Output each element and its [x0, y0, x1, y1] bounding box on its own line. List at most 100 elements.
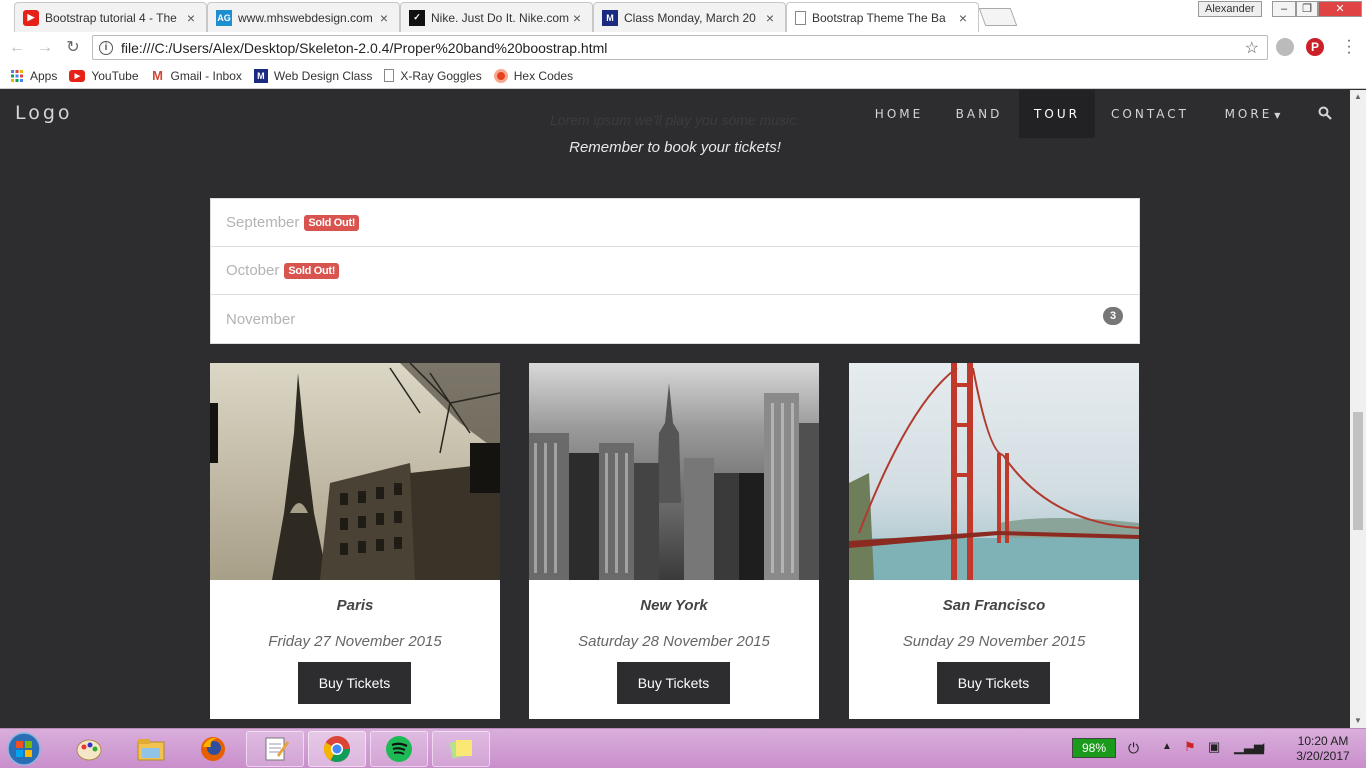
- page-icon: [384, 69, 395, 82]
- clock-time: 10:20 AM: [1297, 734, 1349, 748]
- close-icon[interactable]: ×: [377, 10, 391, 26]
- tab-bootstrap-theme[interactable]: Bootstrap Theme The Ba ×: [786, 2, 979, 32]
- spotify-icon[interactable]: [370, 731, 428, 767]
- m-icon: M: [253, 68, 268, 83]
- scroll-down-arrow-icon[interactable]: ▼: [1350, 714, 1366, 728]
- tour-card-paris: Paris Friday 27 November 2015 Buy Ticket…: [210, 363, 500, 719]
- close-icon[interactable]: ×: [570, 10, 584, 26]
- volume-icon[interactable]: 🔈︎: [1260, 738, 1268, 755]
- url-text: file:///C:/Users/Alex/Desktop/Skeleton-2…: [121, 39, 608, 56]
- nav-more[interactable]: MORE ▼: [1212, 90, 1296, 138]
- nav-band[interactable]: BAND: [942, 90, 1016, 138]
- site-logo[interactable]: Logo: [15, 102, 73, 124]
- card-date: Friday 27 November 2015: [268, 633, 442, 650]
- nav-tour[interactable]: TOUR: [1019, 90, 1095, 138]
- info-icon[interactable]: i: [99, 40, 113, 55]
- restore-button[interactable]: ❐: [1296, 1, 1318, 17]
- tab-strip: ▶ Bootstrap tutorial 4 - The × AG www.mh…: [0, 0, 1366, 33]
- tab-nike[interactable]: ✓ Nike. Just Do It. Nike.com ×: [400, 2, 593, 32]
- paint-icon[interactable]: [60, 731, 118, 767]
- notepad-icon[interactable]: [246, 731, 304, 767]
- usb-device-icon[interactable]: ▣: [1208, 739, 1220, 755]
- reload-icon[interactable]: ↻: [62, 37, 84, 59]
- search-icon[interactable]: [1318, 106, 1332, 120]
- windows-logo-icon: [7, 732, 41, 766]
- back-arrow-icon[interactable]: ←: [6, 37, 28, 59]
- card-date: Saturday 28 November 2015: [578, 633, 770, 650]
- close-window-button[interactable]: ✕: [1318, 1, 1362, 17]
- page-scrollbar[interactable]: ▲ ▼: [1350, 90, 1366, 728]
- pinterest-icon[interactable]: P: [1306, 38, 1324, 56]
- youtube-icon: ▶: [23, 9, 39, 26]
- sticky-notes-icon[interactable]: [432, 731, 490, 767]
- nav-home[interactable]: HOME: [862, 90, 936, 138]
- tab-mhswebdesign[interactable]: AG www.mhswebdesign.com ×: [207, 2, 400, 32]
- ag-icon: AG: [216, 9, 232, 26]
- hex-icon: [493, 68, 508, 83]
- chrome-menu-icon[interactable]: · · ·: [1344, 33, 1354, 61]
- buy-tickets-button[interactable]: Buy Tickets: [937, 662, 1050, 704]
- count-badge: 3: [1103, 307, 1123, 325]
- new-tab-button[interactable]: [978, 8, 1018, 26]
- sold-out-badge: Sold Out!: [304, 214, 360, 231]
- bookmark-apps[interactable]: Apps: [10, 69, 57, 83]
- profile-button[interactable]: Alexander: [1198, 1, 1262, 17]
- nike-icon: ✓: [409, 9, 425, 26]
- m-icon: M: [602, 9, 618, 26]
- gmail-icon: M: [152, 68, 163, 83]
- list-item-october: October Sold Out!: [211, 247, 1139, 295]
- system-tray: 98% ⏻ ▲ ⚑ ▣ ▁▃▅ 🔈︎ 10:20 AM 3/20/2017: [1062, 731, 1366, 767]
- firefox-icon[interactable]: [184, 731, 242, 767]
- tour-month-list: September Sold Out! October Sold Out! No…: [210, 198, 1140, 344]
- scroll-up-arrow-icon[interactable]: ▲: [1350, 90, 1366, 104]
- windows-taskbar: 98% ⏻ ▲ ⚑ ▣ ▁▃▅ 🔈︎ 10:20 AM 3/20/2017: [0, 728, 1366, 768]
- bookmark-hex-codes[interactable]: Hex Codes: [493, 68, 573, 83]
- page-viewport: Lorem ipsum we'll play you some music. R…: [0, 90, 1350, 728]
- bookmark-youtube[interactable]: ▶ YouTube: [69, 69, 139, 83]
- clock-date: 3/20/2017: [1296, 749, 1350, 763]
- card-date: Sunday 29 November 2015: [902, 633, 1086, 650]
- bookmark-gmail[interactable]: M Gmail - Inbox: [151, 68, 242, 83]
- extension-icon[interactable]: [1276, 38, 1294, 56]
- url-field[interactable]: i file:///C:/Users/Alex/Desktop/Skeleton…: [92, 35, 1268, 60]
- tab-bootstrap-tutorial[interactable]: ▶ Bootstrap tutorial 4 - The ×: [14, 2, 207, 32]
- close-icon[interactable]: ×: [184, 10, 198, 26]
- tour-card-new-york: New York Saturday 28 November 2015 Buy T…: [529, 363, 819, 719]
- battery-indicator[interactable]: 98%: [1072, 738, 1116, 758]
- show-hidden-icons-icon[interactable]: ▲: [1162, 741, 1172, 752]
- youtube-icon: ▶: [69, 69, 86, 82]
- tour-card-san-francisco: San Francisco Sunday 29 November 2015 Bu…: [849, 363, 1139, 719]
- new-york-image: [529, 363, 819, 580]
- file-explorer-icon[interactable]: [122, 731, 180, 767]
- sold-out-badge: Sold Out!: [284, 262, 340, 279]
- bookmark-xray-goggles[interactable]: X-Ray Goggles: [384, 69, 482, 83]
- list-item-september: September Sold Out!: [211, 199, 1139, 247]
- page-icon: [795, 10, 806, 25]
- minimize-button[interactable]: –: [1272, 1, 1296, 17]
- bookmark-star-icon[interactable]: ☆: [1245, 38, 1259, 58]
- close-icon[interactable]: ×: [956, 10, 970, 26]
- site-navbar: Logo HOME BAND TOUR CONTACT MORE ▼: [0, 90, 1350, 138]
- buy-tickets-button[interactable]: Buy Tickets: [298, 662, 411, 704]
- intro-reminder: Remember to book your tickets!: [569, 139, 781, 156]
- start-button[interactable]: [4, 731, 44, 767]
- card-city: New York: [640, 597, 708, 614]
- power-plug-icon[interactable]: ⏻: [1128, 740, 1139, 757]
- apps-grid-icon: [10, 69, 24, 83]
- scrollbar-thumb[interactable]: [1353, 412, 1363, 530]
- card-city: Paris: [336, 597, 374, 614]
- system-clock[interactable]: 10:20 AM 3/20/2017: [1284, 734, 1362, 764]
- nav-contact[interactable]: CONTACT: [1100, 90, 1200, 138]
- san-francisco-image: [849, 363, 1139, 580]
- paris-image: [210, 363, 500, 580]
- card-city: San Francisco: [942, 597, 1046, 614]
- list-item-november: November 3: [211, 295, 1139, 343]
- chrome-icon[interactable]: [308, 731, 366, 767]
- close-icon[interactable]: ×: [763, 10, 777, 26]
- caret-down-icon: ▼: [1274, 111, 1284, 120]
- forward-arrow-icon[interactable]: →: [34, 37, 56, 59]
- bookmark-web-design-class[interactable]: M Web Design Class: [253, 68, 372, 83]
- action-center-icon[interactable]: ⚑: [1184, 739, 1196, 755]
- buy-tickets-button[interactable]: Buy Tickets: [617, 662, 730, 704]
- tab-class-monday[interactable]: M Class Monday, March 20 ×: [593, 2, 786, 32]
